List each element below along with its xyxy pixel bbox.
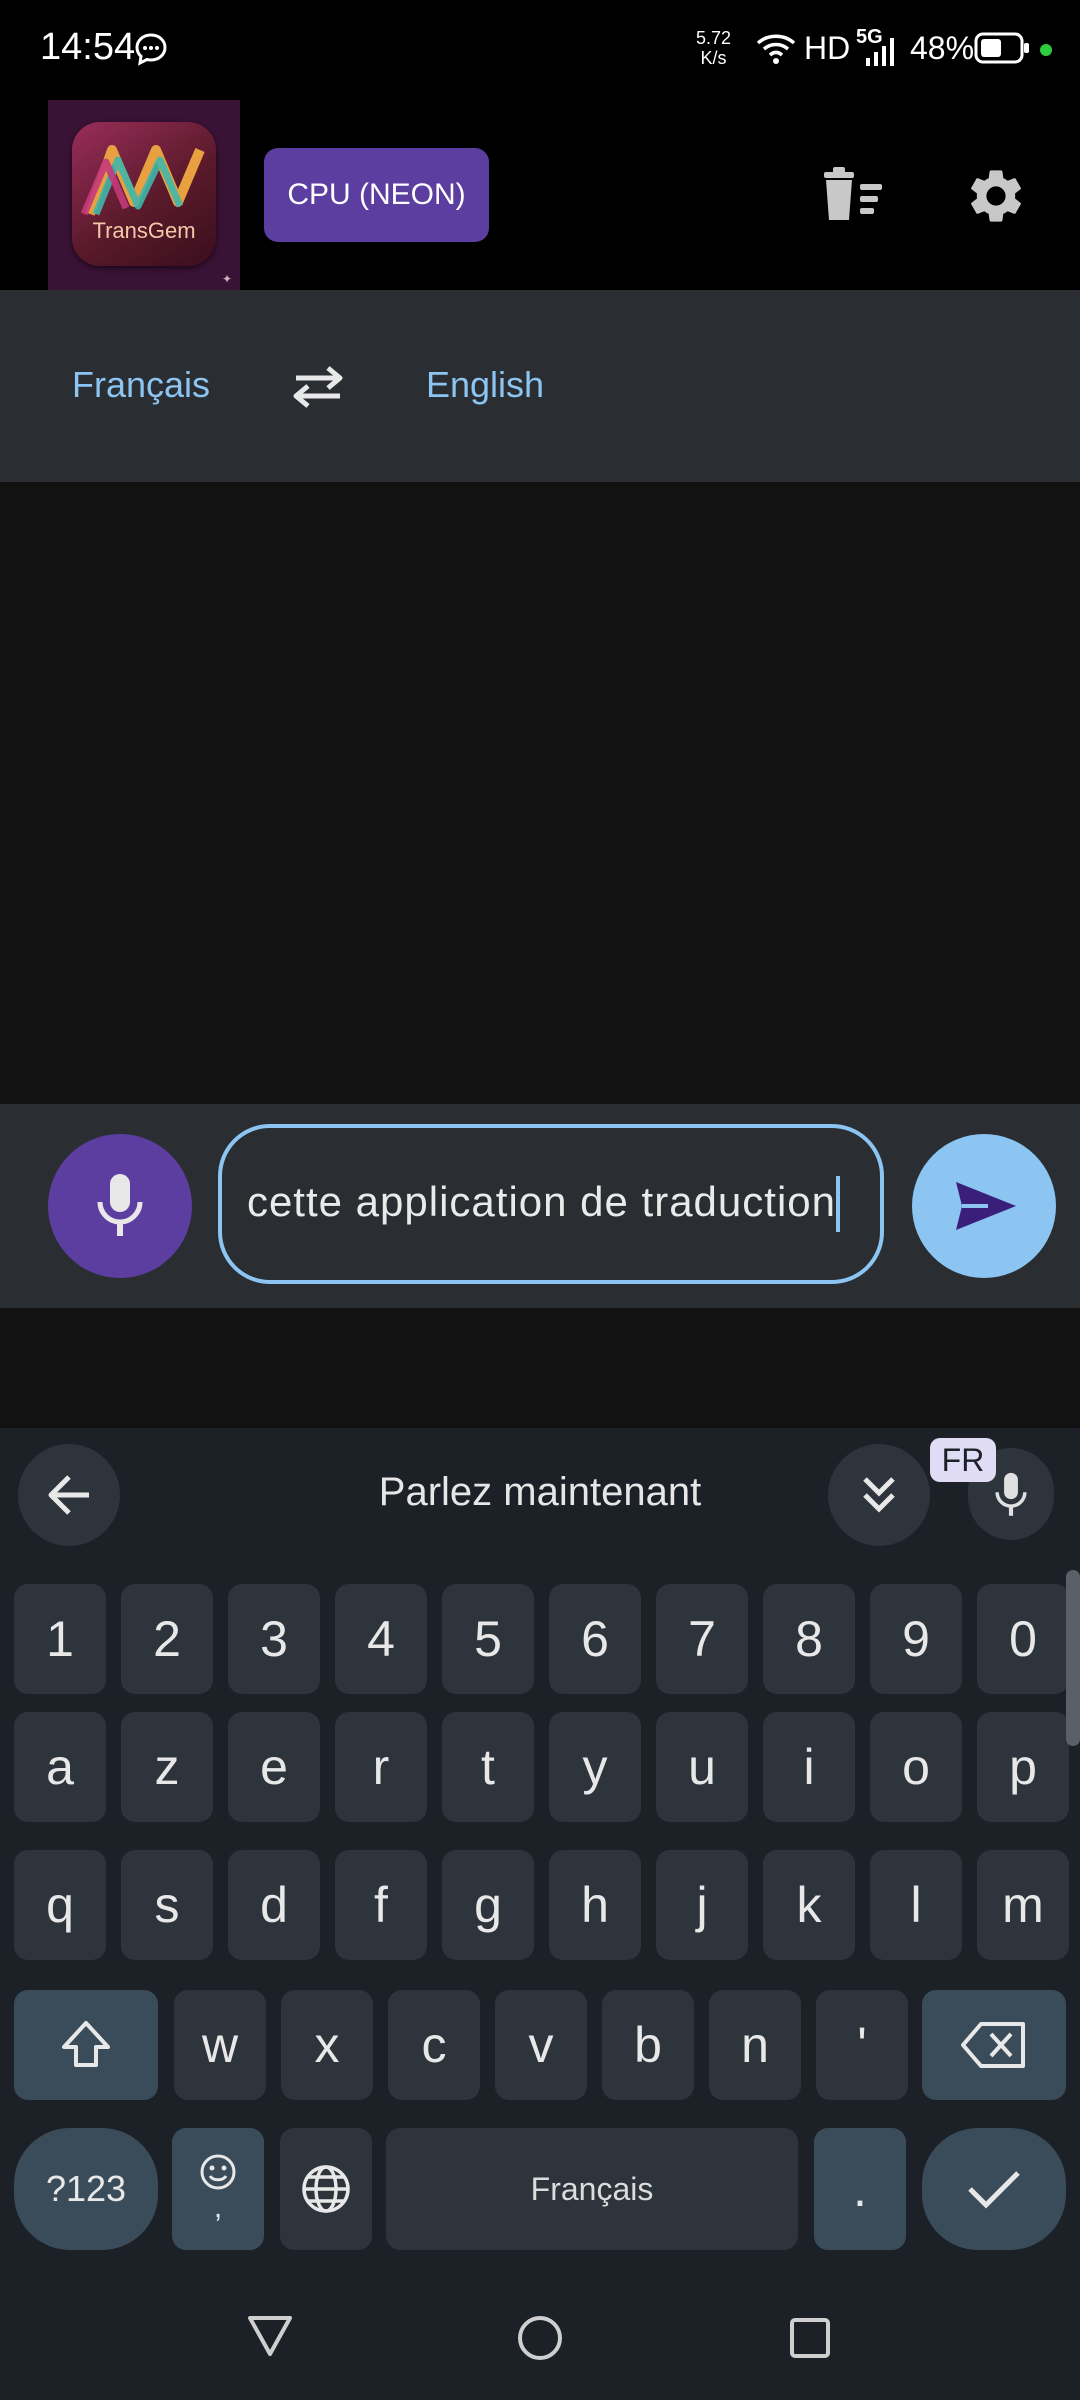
letter-key[interactable]: t	[442, 1712, 534, 1822]
number-key[interactable]: 2	[121, 1584, 213, 1694]
delete-all-icon[interactable]	[818, 166, 886, 224]
number-key[interactable]: 7	[656, 1584, 748, 1694]
backspace-icon	[961, 2022, 1025, 2068]
network-hd-label: HD	[804, 30, 851, 66]
back-triangle-icon[interactable]	[246, 2314, 294, 2358]
letter-key[interactable]: q	[14, 1850, 106, 1960]
keyboard-back-button[interactable]	[18, 1444, 120, 1546]
emoji-icon	[200, 2154, 236, 2190]
number-key[interactable]: 8	[763, 1584, 855, 1694]
letter-key[interactable]: o	[870, 1712, 962, 1822]
shift-key[interactable]	[14, 1990, 158, 2100]
letter-key[interactable]: a	[14, 1712, 106, 1822]
enter-key[interactable]	[922, 2128, 1066, 2250]
network-speed: 5.72 K/s	[696, 28, 731, 68]
keyboard-scroll-handle[interactable]	[1066, 1570, 1080, 1746]
shift-icon	[62, 2021, 110, 2067]
letter-key[interactable]: j	[656, 1850, 748, 1960]
language-switch-key[interactable]	[280, 2128, 372, 2250]
number-key[interactable]: 0	[977, 1584, 1069, 1694]
message-bubble-icon	[135, 33, 167, 66]
battery-percent: 48%	[910, 30, 975, 66]
checkmark-icon	[968, 2171, 1020, 2209]
number-key[interactable]: 1	[14, 1584, 106, 1694]
logo-waves-icon	[80, 145, 205, 216]
letter-key[interactable]: n	[709, 1990, 801, 2100]
status-time: 14:54	[40, 26, 136, 68]
message-input[interactable]: cette application de traduction	[218, 1124, 884, 1284]
source-language-button[interactable]: Français	[72, 364, 210, 406]
gear-icon[interactable]	[964, 164, 1028, 228]
sparkle-icon: ✦	[222, 272, 233, 286]
arrow-left-icon	[48, 1475, 89, 1515]
text-caret	[836, 1176, 840, 1232]
voice-language-badge: FR	[930, 1438, 996, 1482]
message-input-text: cette application de traduction	[246, 1178, 836, 1225]
number-key[interactable]: 5	[442, 1584, 534, 1694]
signal-bars-icon	[866, 38, 894, 66]
period-key[interactable]: .	[814, 2128, 906, 2250]
letter-key[interactable]: f	[335, 1850, 427, 1960]
number-key[interactable]: 4	[335, 1584, 427, 1694]
symbols-key[interactable]: ?123	[14, 2128, 158, 2250]
letter-key[interactable]: s	[121, 1850, 213, 1960]
privacy-indicator	[1040, 44, 1052, 56]
letter-key[interactable]: m	[977, 1850, 1069, 1960]
home-circle-icon[interactable]	[516, 2314, 564, 2362]
letter-key[interactable]: i	[763, 1712, 855, 1822]
number-key[interactable]: 6	[549, 1584, 641, 1694]
emoji-key-sub: ,	[213, 2191, 223, 2224]
letter-key[interactable]: e	[228, 1712, 320, 1822]
target-language-button[interactable]: English	[426, 364, 544, 406]
number-key[interactable]: 3	[228, 1584, 320, 1694]
space-key[interactable]: Français	[386, 2128, 798, 2250]
letter-key[interactable]: k	[763, 1850, 855, 1960]
microphone-icon	[97, 1174, 143, 1236]
app-logo	[72, 122, 216, 266]
letter-key[interactable]: d	[228, 1850, 320, 1960]
network-speed-value: 5.72	[696, 28, 732, 48]
backspace-key[interactable]	[922, 1990, 1066, 2100]
letter-key[interactable]: r	[335, 1712, 427, 1822]
letter-key[interactable]: c	[388, 1990, 480, 2100]
letter-key[interactable]: z	[121, 1712, 213, 1822]
app-logo-text: TransGem	[92, 218, 196, 243]
send-icon	[956, 1182, 1016, 1230]
swap-languages-icon[interactable]	[288, 364, 348, 410]
letter-key[interactable]: '	[816, 1990, 908, 2100]
backend-selector-button[interactable]: CPU (NEON)	[264, 148, 489, 242]
voice-input-prompt: Parlez maintenant	[378, 1470, 702, 1514]
letter-key[interactable]: v	[495, 1990, 587, 2100]
send-button[interactable]	[912, 1134, 1056, 1278]
conversation-area	[0, 482, 1080, 1104]
letter-key[interactable]: p	[977, 1712, 1069, 1822]
double-chevron-down-icon	[863, 1477, 895, 1513]
letter-key[interactable]: h	[549, 1850, 641, 1960]
letter-key[interactable]: g	[442, 1850, 534, 1960]
letter-key[interactable]: x	[281, 1990, 373, 2100]
number-key[interactable]: 9	[870, 1584, 962, 1694]
recents-square-icon[interactable]	[788, 2316, 832, 2360]
letter-key[interactable]: b	[602, 1990, 694, 2100]
battery-icon	[974, 32, 1029, 64]
mic-button[interactable]	[48, 1134, 192, 1278]
letter-key[interactable]: u	[656, 1712, 748, 1822]
letter-key[interactable]: w	[174, 1990, 266, 2100]
microphone-icon	[995, 1472, 1027, 1516]
emoji-key[interactable]: ,	[172, 2128, 264, 2250]
wifi-icon	[756, 34, 796, 64]
network-speed-unit: K/s	[700, 48, 727, 68]
globe-icon	[302, 2165, 350, 2213]
letter-key[interactable]: l	[870, 1850, 962, 1960]
letter-key[interactable]: y	[549, 1712, 641, 1822]
voice-collapse-button[interactable]	[828, 1444, 930, 1546]
